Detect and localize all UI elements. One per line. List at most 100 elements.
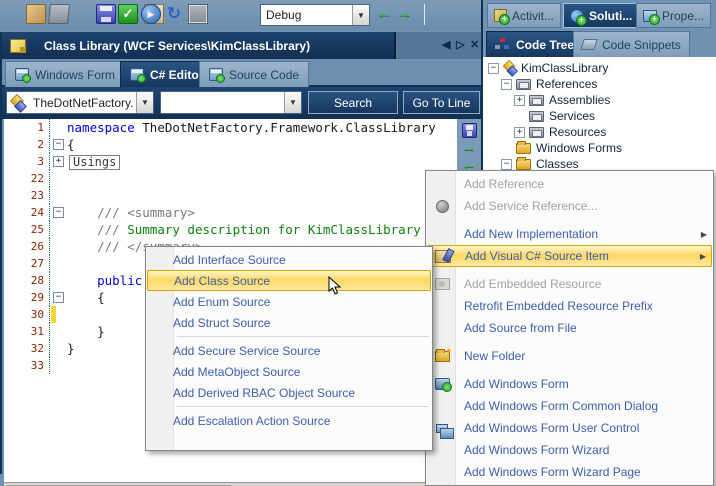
open-icon[interactable] xyxy=(47,4,71,24)
csharp-source-icon xyxy=(435,249,451,263)
solution-diamond-icon xyxy=(11,96,25,110)
document-icon xyxy=(10,38,26,53)
dock-left-icon[interactable]: ◀ xyxy=(442,38,450,51)
menu-item-add-reference[interactable]: Add Reference xyxy=(427,173,712,195)
tree-collapse-icon[interactable]: − xyxy=(488,62,499,74)
search-scope-value: TheDotNetFactory. xyxy=(33,95,134,110)
menu-item-add-windows-form-wizard[interactable]: Add Windows Form Wizard xyxy=(427,439,712,461)
tree-item-kimclasslibrary[interactable]: − KimClassLibrary xyxy=(483,60,716,76)
tab-properties[interactable]: Prope... xyxy=(636,3,712,28)
document-titlebar: Class Library (WCF Services\KimClassLibr… xyxy=(2,32,483,59)
tree-collapse-icon[interactable]: − xyxy=(501,158,512,170)
tab-code-tree[interactable]: Code Tree xyxy=(486,31,584,57)
context-menu: Add Reference Add Service Reference... A… xyxy=(425,170,714,486)
fold-collapse-icon[interactable]: − xyxy=(53,139,64,150)
navigate-back-icon[interactable]: ← xyxy=(376,3,393,23)
tab-source-code[interactable]: Source Code xyxy=(199,61,310,87)
line-number: 27 xyxy=(4,255,50,272)
submenu-item-add-escalation-action-source[interactable]: Add Escalation Action Source xyxy=(147,410,431,431)
tree-item-services[interactable]: Services xyxy=(483,108,716,124)
submenu-item-add-struct-source[interactable]: Add Struct Source xyxy=(147,312,431,333)
code-line: 1 namespace TheDotNetFactory.Framework.C… xyxy=(4,119,457,136)
save-icon[interactable] xyxy=(96,4,117,24)
windows-icon[interactable] xyxy=(188,4,208,24)
horizontal-scrollbar[interactable] xyxy=(4,482,457,486)
tab-code-snippets[interactable]: Code Snippets xyxy=(573,31,690,57)
line-number: 22 xyxy=(4,170,50,187)
tree-item-resources[interactable]: + Resources xyxy=(483,124,716,140)
code-line: 25 /// Summary description for KimClassL… xyxy=(4,221,457,238)
tree-tabstrip: Code Tree Code Snippets xyxy=(483,29,716,57)
tree-item-label: Windows Forms xyxy=(536,141,623,155)
tree-expand-icon[interactable]: + xyxy=(514,94,525,106)
properties-icon xyxy=(643,9,660,25)
close-icon[interactable]: ✕ xyxy=(470,38,479,51)
tree-item-windows-forms[interactable]: Windows Forms xyxy=(483,140,716,156)
submenu-arrow-icon: ▶ xyxy=(700,229,707,239)
tab-label: Activit... xyxy=(512,8,555,23)
validate-icon[interactable]: ✓ xyxy=(118,4,138,24)
submenu-item-add-interface-source[interactable]: Add Interface Source xyxy=(147,249,431,270)
forward-arrow-icon[interactable]: → xyxy=(462,140,477,155)
tree-item-label: KimClassLibrary xyxy=(521,61,609,75)
menu-item-add-windows-form[interactable]: Add Windows Form xyxy=(427,373,712,395)
dropdown-arrow-icon[interactable]: ▼ xyxy=(136,92,153,113)
line-number: 30 xyxy=(4,306,50,323)
menu-item-add-windows-form-wizard-page[interactable]: Add Windows Form Wizard Page xyxy=(427,461,712,483)
menu-separator xyxy=(177,406,429,407)
submenu-item-add-metaobject-source[interactable]: Add MetaObject Source xyxy=(147,361,431,382)
submenu-item-add-enum-source[interactable]: Add Enum Source xyxy=(147,291,431,312)
tree-expand-icon[interactable]: + xyxy=(514,126,525,138)
menu-item-add-embedded-resource[interactable]: Add Embedded Resource xyxy=(427,273,712,295)
submenu-item-add-secure-service-source[interactable]: Add Secure Service Source xyxy=(147,340,431,361)
tab-activities[interactable]: Activit... xyxy=(487,3,562,28)
new-item-icon[interactable] xyxy=(26,4,46,24)
tree-item-references[interactable]: − References xyxy=(483,76,716,92)
run-icon[interactable]: ▶ xyxy=(141,4,161,24)
navigate-forward-icon[interactable]: → xyxy=(396,3,413,23)
build-config-combobox[interactable]: Debug ▼ xyxy=(260,4,370,26)
fold-collapse-icon[interactable]: − xyxy=(53,207,64,218)
activities-icon xyxy=(494,9,510,25)
line-number: 33 xyxy=(4,357,50,374)
csharp-editor-tab-icon xyxy=(130,68,146,83)
menu-item-add-service-reference[interactable]: Add Service Reference... xyxy=(427,195,712,217)
submenu-item-add-class-source[interactable]: Add Class Source xyxy=(147,270,431,291)
dropdown-arrow-icon[interactable]: ▼ xyxy=(352,5,369,25)
go-to-line-button[interactable]: Go To Line xyxy=(403,91,480,114)
dropdown-arrow-icon[interactable]: ▼ xyxy=(284,92,301,113)
build-config-value: Debug xyxy=(266,8,302,22)
fold-collapse-icon[interactable]: − xyxy=(53,292,64,303)
collapsed-region[interactable]: Usings xyxy=(69,155,121,170)
menu-item-retrofit-embedded-resource-prefix[interactable]: Retrofit Embedded Resource Prefix xyxy=(427,295,712,317)
search-button[interactable]: Search xyxy=(308,91,398,114)
tab-solution[interactable]: Soluti... xyxy=(563,3,640,28)
fold-expand-icon[interactable]: + xyxy=(53,156,64,167)
document-title: Class Library (WCF Services\KimClassLibr… xyxy=(44,38,311,53)
tree-collapse-icon[interactable]: − xyxy=(501,78,512,90)
menu-item-add-windows-form-common-dialog[interactable]: Add Windows Form Common Dialog xyxy=(427,395,712,417)
tab-windows-form[interactable]: Windows Form xyxy=(5,61,126,87)
code-line: 3 + Usings xyxy=(4,153,457,170)
submenu-item-add-derived-rbac-object-source[interactable]: Add Derived RBAC Object Source xyxy=(147,382,431,403)
refresh-icon[interactable]: ↻ xyxy=(164,4,184,24)
search-scope-combobox[interactable]: TheDotNetFactory. ▼ xyxy=(6,91,154,114)
menu-item-add-visual-csharp-source-item[interactable]: Add Visual C# Source Item ▶ xyxy=(427,245,712,267)
menu-item-add-new-implementation[interactable]: Add New Implementation ▶ xyxy=(427,223,712,245)
document-title-tab[interactable]: Class Library (WCF Services\KimClassLibr… xyxy=(2,32,396,59)
tree-item-assemblies[interactable]: + Assemblies xyxy=(483,92,716,108)
tree-item-label: Resources xyxy=(549,125,607,139)
mouse-cursor xyxy=(328,276,342,295)
line-number: 31 xyxy=(4,323,50,340)
dock-right-icon[interactable]: ▷ xyxy=(456,38,464,51)
menu-item-new-folder[interactable]: New Folder xyxy=(427,345,712,367)
line-number: 24 xyxy=(4,204,50,221)
line-number: 28 xyxy=(4,272,50,289)
search-term-combobox[interactable]: ▼ xyxy=(160,91,302,114)
code-tree-icon xyxy=(495,38,510,51)
changed-line-marker xyxy=(51,306,56,323)
editor-tabstrip: Windows Form C# Editor Source Code xyxy=(2,59,483,87)
save-file-icon[interactable] xyxy=(461,123,477,138)
menu-item-add-windows-form-user-control[interactable]: Add Windows Form User Control xyxy=(427,417,712,439)
menu-item-add-source-from-file[interactable]: Add Source from File xyxy=(427,317,712,339)
